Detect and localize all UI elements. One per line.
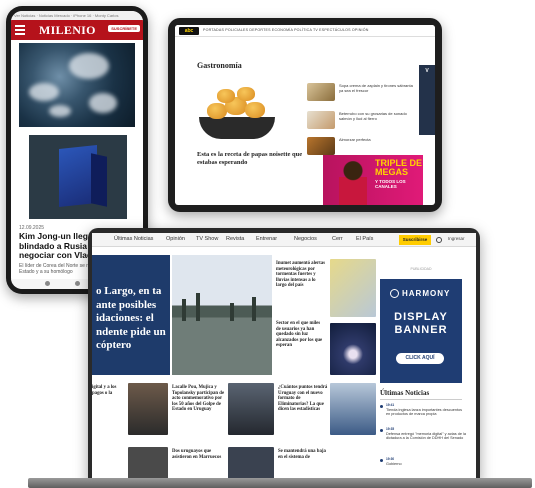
related-text: Beterrubo con su grosarias de sonado sal… [339,111,407,121]
related-text: Sopa crema de zaplain y tirones sábranta… [339,83,413,93]
nav-item-revista[interactable]: Revista [226,236,244,242]
city-lights-thumb[interactable] [330,323,376,375]
latest-news-title[interactable]: Últimas Noticias [380,389,429,397]
harmony-logo: HARMONY [390,289,451,299]
ceremony-photo[interactable] [228,383,274,435]
related-thumb [307,83,335,101]
story-thumb[interactable] [228,447,274,480]
story-headline[interactable]: Inumet aumentó alertas meteorológicas po… [276,261,326,289]
latest-text: Gobierno [386,461,402,466]
tablet-site-nav: abc PORTADAS POLICIALES DEPORTES ECONOMÍ… [175,25,435,37]
triple-megas-ad[interactable]: TRIPLE DE MEGAS Y TODOS LOS CANALES [323,155,423,205]
football-photo[interactable] [330,383,376,435]
site-nav-bar: Últimas Noticias Opinión TV Show Revista… [92,233,476,247]
laptop-device: Últimas Noticias Opinión TV Show Revista… [88,228,480,484]
related-item[interactable]: Sopa crema de zaplain y tirones sábranta… [307,83,417,103]
story-headline[interactable]: igital y a los pagos o la [92,385,126,396]
login-link[interactable]: Ingresar [448,236,465,241]
laptop-base [28,478,532,488]
related-text: Almorzar perfecta [339,137,371,142]
harmony-brand: HARMONY [402,289,451,298]
harmony-display-banner[interactable]: HARMONY DISPLAY BANNER CLICK AQUÍ [380,279,462,383]
phone-site-header: MILENIO SUSCRÍBETE [11,20,143,40]
nav-item-ultimas[interactable]: Últimas Noticias [114,236,153,242]
ad-click-button[interactable]: CLICK AQUÍ [396,353,444,364]
ad-title: DISPLAY BANNER [394,311,448,336]
tablet-screen: abc PORTADAS POLICIALES DEPORTES ECONOMÍ… [175,25,435,205]
nav-item-tvshow[interactable]: TV Show [196,236,218,242]
nav-home-icon[interactable] [75,281,80,286]
section-title[interactable]: Gastronomía [197,61,242,70]
related-thumb [307,111,335,129]
abc-logo[interactable]: abc [179,27,199,35]
story-headline[interactable]: ¿Cuántos puntos tendrá Uruguay con el nu… [278,385,328,413]
politicians-photo[interactable] [128,383,168,435]
phone-browser-tabs[interactable]: Ver Noticias · Noticias Mercado · iPhone… [11,11,143,20]
latest-item[interactable]: 19:41 Tienda inglesa lanza importantes d… [386,403,466,417]
nav-item-elpais[interactable]: El País [356,236,373,242]
tablet-device: abc PORTADAS POLICIALES DEPORTES ECONOMÍ… [168,18,442,212]
promo-headline: TRIPLE DE MEGAS [375,158,423,177]
related-item[interactable]: Beterrubo con su grosarias de sonado sal… [307,111,417,131]
hero-headline: o Largo, en ta ante posibles idaciones: … [96,285,166,351]
nav-item-opinion[interactable]: Opinión [166,236,185,242]
latest-text: Defensa entregó "memoria digital" y acta… [386,431,466,441]
latest-bullet [380,459,383,462]
nav-item-entrenar[interactable]: Entrenar [256,236,277,242]
story-headline[interactable]: Dos uruguayos que asistieron en Marrueco… [172,449,226,460]
harmony-logo-icon [390,289,399,299]
side-ad-banner[interactable]: V [419,65,435,135]
potato-bowl-image[interactable] [199,87,275,139]
hero-story-panel[interactable]: o Largo, en ta ante posibles idaciones: … [92,255,170,375]
story-headline[interactable]: Sector en el que miles de usuarios ya ha… [276,321,326,349]
subscribe-button[interactable]: SUSCRÍBETE [108,25,140,32]
tablet-menu-links[interactable]: PORTADAS POLICIALES DEPORTES ECONOMÍA PO… [203,28,369,32]
subscribe-button[interactable]: Suscribirse [399,235,431,245]
latest-news-divider [380,399,462,400]
milenio-logo[interactable]: MILENIO [39,23,96,38]
product-box-side [91,153,107,207]
latest-text: Tienda inglesa lanza importantes descuen… [386,407,463,417]
laptop-screen: Últimas Noticias Opinión TV Show Revista… [92,233,476,480]
weather-satellite-image[interactable] [19,43,135,127]
nav-item-cerr[interactable]: Cerr [332,236,343,242]
product-ad-image[interactable] [29,135,127,219]
nav-item-negocios[interactable]: Negocios [294,236,317,242]
hamburger-menu-icon[interactable] [15,25,25,35]
related-item[interactable]: Almorzar perfecta [307,137,417,157]
latest-item[interactable]: 19:30 Gobierno [386,457,466,466]
latest-item[interactable]: 19:35 Defensa entregó "memoria digital" … [386,427,466,441]
nav-back-icon[interactable] [45,281,50,286]
latest-bullet [380,405,383,408]
promo-subline: Y TODOS LOS CANALES [375,179,406,189]
story-thumb[interactable] [128,447,168,480]
flood-photo[interactable] [172,255,272,375]
search-icon[interactable] [436,237,442,243]
ad-label: PUBLICIDAD [410,267,432,271]
latest-bullet [380,429,383,432]
story-headline[interactable]: Lacalle Pou, Mujica y Topolansky partici… [172,385,226,413]
story-headline[interactable]: Se mantendrá una baja en el sistema de [278,449,328,460]
recipe-headline[interactable]: Esta es la receta de papas noisette que … [197,151,307,166]
promo-person-image [339,161,367,205]
related-thumb [307,137,335,155]
weather-map-thumb[interactable] [330,259,376,317]
